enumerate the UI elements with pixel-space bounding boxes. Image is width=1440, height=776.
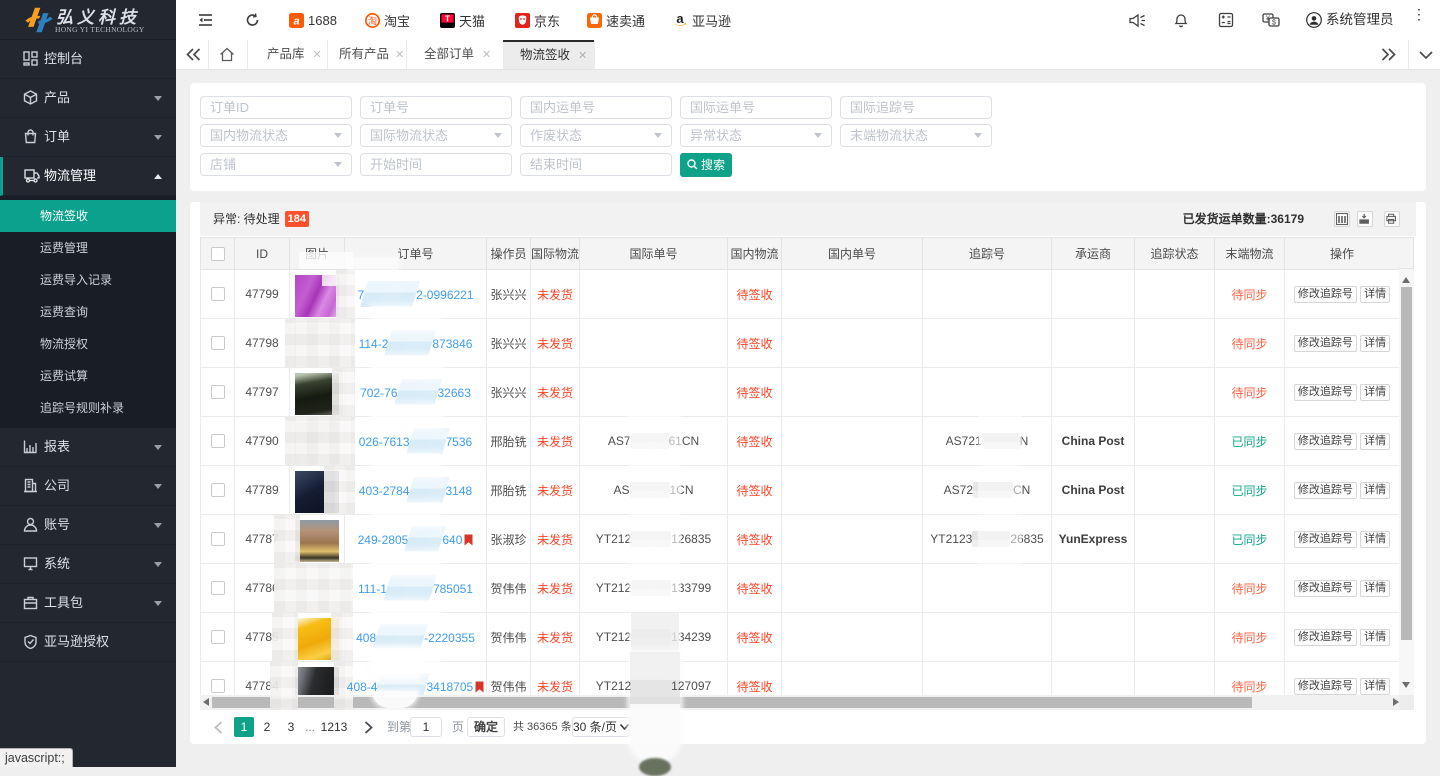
svg-text:¥: ¥	[1266, 16, 1270, 23]
svg-text:淘: 淘	[368, 14, 377, 25]
svg-text:T: T	[445, 13, 451, 23]
svg-text:a: a	[293, 15, 299, 27]
svg-text:$: $	[1272, 20, 1276, 27]
svg-text:a: a	[676, 12, 684, 26]
